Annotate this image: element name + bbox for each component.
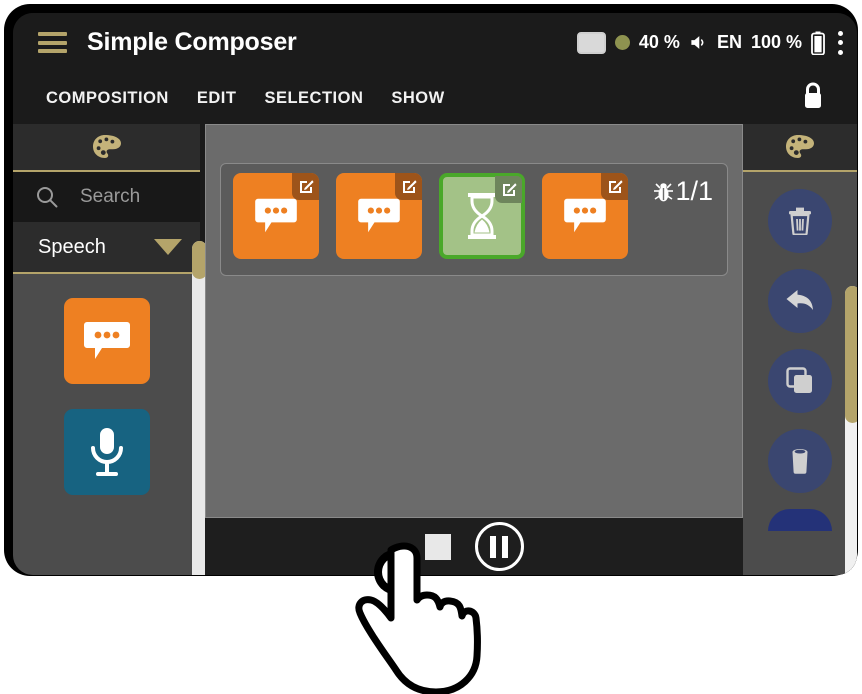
status-dot-icon (614, 35, 630, 50)
category-dropdown-speech[interactable]: Speech (13, 222, 200, 274)
speech-bubble-icon (83, 322, 130, 359)
screen-icon (576, 31, 606, 54)
pointing-hand-cursor (355, 542, 481, 694)
speech-block-3[interactable] (542, 173, 628, 259)
title-bar: Simple Composer 40 % EN 100 % (13, 13, 857, 72)
device-bezel: Simple Composer 40 % EN 100 % COMPOSITIO… (4, 4, 858, 576)
right-tools-panel (743, 124, 857, 575)
hamburger-menu-icon[interactable] (38, 32, 67, 53)
tool-button-list (743, 172, 857, 531)
microphone-tile[interactable] (63, 409, 150, 495)
work-area: Search Speech 1/1 (13, 124, 857, 575)
edit-pencil-icon[interactable] (395, 173, 422, 200)
speech-bubble-icon (564, 198, 606, 233)
lock-closed-icon[interactable] (801, 81, 825, 115)
bug-icon (654, 182, 674, 201)
menu-item-edit[interactable]: EDIT (197, 89, 237, 108)
composition-canvas[interactable]: 1/1 (205, 124, 743, 518)
app-title: Simple Composer (87, 28, 297, 56)
more-tools-button[interactable] (768, 509, 832, 531)
speech-bubble-icon (255, 198, 297, 233)
left-library-panel: Search Speech (13, 124, 200, 575)
status-bar: 40 % EN 100 % (576, 13, 843, 72)
bin-icon (792, 449, 808, 474)
block-library-list (13, 274, 200, 495)
delete-all-button[interactable] (768, 189, 832, 253)
hourglass-icon (468, 193, 496, 239)
duplicate-button[interactable] (768, 349, 832, 413)
trash-can-icon (789, 207, 811, 235)
screenshot-root: Simple Composer 40 % EN 100 % COMPOSITIO… (0, 0, 862, 694)
speech-block-2[interactable] (336, 173, 422, 259)
kebab-menu-icon[interactable] (838, 30, 843, 55)
right-panel-scrollbar[interactable] (845, 286, 857, 575)
edit-pencil-icon[interactable] (292, 173, 319, 200)
brightness-value: 40 % (638, 32, 680, 52)
microphone-icon (90, 428, 123, 476)
device-screen: Simple Composer 40 % EN 100 % COMPOSITIO… (13, 13, 857, 575)
search-input[interactable]: Search (13, 172, 200, 222)
search-icon (37, 187, 58, 208)
battery-icon (811, 31, 825, 55)
speech-bubble-icon (358, 198, 400, 233)
debug-counter: 1/1 (653, 176, 713, 207)
search-placeholder: Search (80, 186, 141, 207)
undo-arrow-icon (786, 290, 813, 310)
menu-item-composition[interactable]: COMPOSITION (46, 89, 169, 108)
sequence-container[interactable]: 1/1 (220, 163, 728, 276)
menu-bar: COMPOSITION EDIT SELECTION SHOW (13, 72, 857, 124)
palette-icon (92, 134, 121, 158)
left-palette-bar[interactable] (13, 124, 200, 172)
debug-counter-value: 1/1 (675, 176, 713, 206)
language-value: EN (716, 32, 742, 52)
menu-item-selection[interactable]: SELECTION (264, 89, 363, 108)
speaker-icon (691, 36, 704, 49)
right-palette-bar[interactable] (743, 124, 857, 172)
wait-block[interactable] (439, 173, 525, 259)
menu-item-show[interactable]: SHOW (391, 89, 444, 108)
undo-button[interactable] (768, 269, 832, 333)
edit-pencil-icon[interactable] (495, 176, 522, 203)
speech-block-1[interactable] (233, 173, 319, 259)
chevron-down-icon (154, 239, 182, 255)
category-label: Speech (38, 235, 106, 258)
delete-button[interactable] (768, 429, 832, 493)
volume-value: 100 % (750, 32, 802, 52)
speech-bubble-tile[interactable] (63, 298, 150, 384)
palette-icon (786, 134, 814, 158)
copy-icon (786, 367, 812, 393)
right-panel-scrollbar-thumb[interactable] (845, 286, 857, 423)
block-row (233, 173, 628, 259)
edit-pencil-icon[interactable] (601, 173, 628, 200)
